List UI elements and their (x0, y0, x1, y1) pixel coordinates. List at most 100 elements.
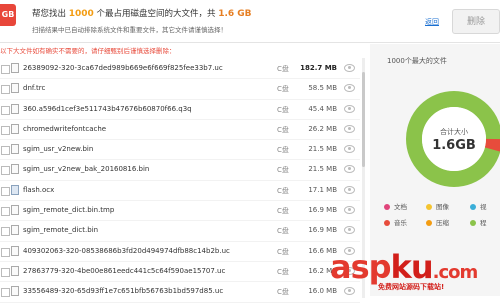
file-drive: C盘 (277, 125, 289, 134)
file-row[interactable]: chromedwritefontcache C盘 26.2 MB (0, 120, 360, 141)
file-size: 16.9 MB (308, 226, 337, 235)
legend-swatch (384, 220, 390, 226)
legend-item: 压缩 (426, 217, 449, 227)
legend-swatch (384, 204, 390, 210)
eye-icon[interactable] (344, 185, 355, 194)
file-checkbox[interactable] (1, 146, 10, 156)
file-name: sgim_usr_v2new.bin (23, 145, 94, 154)
file-icon (11, 225, 19, 236)
watermark-net: .com (432, 262, 479, 283)
page-subtitle: 扫描结果中已自动排除系统文件和重要文件，其它文件请谨慎选择！ (32, 26, 227, 34)
file-size: 17.1 MB (308, 185, 337, 194)
title-middle: 个最占用磁盘空间的大文件，共 (96, 9, 216, 19)
eye-icon[interactable] (344, 165, 355, 174)
summary-title: 1000个最大的文件 (387, 57, 447, 65)
file-name: flash.ocx (23, 185, 55, 194)
eye-icon[interactable] (344, 124, 355, 133)
watermark-subtitle: 免费网站源码下载站! (378, 283, 445, 291)
file-drive: C盘 (277, 65, 289, 73)
file-checkbox[interactable] (1, 65, 10, 74)
watermark-logo: aspku.com (330, 248, 479, 286)
delete-button[interactable]: 删除 (452, 9, 500, 34)
file-name: 409302063-320-08538686b3fd20d494974dfb88… (23, 246, 230, 255)
file-icon (11, 164, 19, 175)
legend-item: 程 (470, 217, 487, 227)
legend-item: 音乐 (384, 217, 407, 227)
eye-icon[interactable] (344, 206, 355, 215)
legend-label: 音乐 (394, 219, 407, 227)
back-link[interactable]: 返回 (425, 17, 439, 27)
legend-swatch (426, 204, 432, 210)
file-row[interactable]: 27863779-320-4be00e861eedc441c5c64f590ae… (0, 262, 360, 283)
file-row[interactable]: flash.ocx C盘 17.1 MB (0, 181, 360, 202)
file-drive: C盘 (277, 186, 289, 195)
eye-icon[interactable] (344, 64, 355, 72)
scrollbar-thumb[interactable] (362, 72, 365, 167)
file-icon (11, 103, 19, 114)
eye-icon[interactable] (344, 145, 355, 154)
legend-item: 视 (470, 201, 487, 211)
file-row[interactable]: sgim_usr_v2new_bak_20160816.bin C盘 21.5 MB (0, 160, 360, 181)
file-name: 27863779-320-4be00e861eedc441c5c64f590ae… (23, 266, 226, 275)
file-size: 16.0 MB (308, 287, 337, 296)
file-drive: C盘 (277, 105, 289, 114)
file-icon (11, 265, 19, 276)
file-drive: C盘 (277, 227, 289, 236)
eye-icon[interactable] (344, 226, 355, 235)
file-icon (11, 83, 19, 94)
file-icon (11, 63, 19, 73)
file-drive: C盘 (277, 146, 289, 155)
file-checkbox[interactable] (1, 125, 10, 135)
header: GB 帮您找出 1000 个最占用磁盘空间的大文件，共 1.6 GB 扫描结果中… (0, 0, 500, 43)
eye-icon[interactable] (344, 84, 355, 93)
file-icon (11, 205, 19, 216)
file-checkbox[interactable] (1, 166, 10, 176)
file-size: 21.5 MB (308, 145, 337, 154)
file-size: 58.5 MB (308, 84, 337, 93)
page-title: 帮您找出 1000 个最占用磁盘空间的大文件，共 1.6 GB (32, 7, 252, 19)
file-checkbox[interactable] (1, 247, 10, 257)
file-size: 21.5 MB (308, 165, 337, 174)
donut-center-label: 合计大小 (440, 127, 468, 136)
file-name: sgim_usr_v2new_bak_20160816.bin (23, 165, 150, 174)
file-row[interactable]: sgim_remote_dict.bin.tmp C盘 16.9 MB (0, 201, 360, 222)
file-row[interactable]: sgim_usr_v2new.bin C盘 21.5 MB (0, 140, 360, 161)
file-name: 26389092-320-3ca67ded989b669e6f669f825fe… (23, 64, 223, 72)
file-size: 45.4 MB (308, 104, 337, 113)
legend-swatch (470, 204, 476, 210)
file-checkbox[interactable] (1, 186, 10, 196)
file-checkbox[interactable] (1, 85, 10, 95)
eye-icon[interactable] (344, 287, 355, 296)
file-name: 33556489-320-65d93ff1e7c651bfb56763b1bd5… (23, 287, 224, 296)
donut-center-value: 1.6GB (432, 138, 476, 153)
watermark-ku: ku (390, 248, 434, 286)
legend-item: 图像 (426, 201, 449, 211)
file-row[interactable]: 409302063-320-08538686b3fd20d494974dfb88… (0, 242, 360, 262)
legend-label: 文档 (394, 203, 407, 211)
file-name: chromedwritefontcache (23, 124, 107, 133)
file-checkbox[interactable] (1, 105, 10, 115)
file-checkbox[interactable] (1, 227, 10, 237)
file-checkbox[interactable] (1, 267, 10, 277)
file-row[interactable]: sgim_remote_dict.bin C盘 16.9 MB (0, 221, 360, 242)
file-row[interactable]: 360.a596d1cef3e511743b47676b60870f66.q3q… (0, 100, 360, 120)
file-drive: C盘 (277, 267, 289, 276)
file-row[interactable]: 26389092-320-3ca67ded989b669e6f669f825fe… (0, 59, 360, 80)
file-size: 26.2 MB (308, 124, 337, 133)
file-size: 16.9 MB (308, 206, 337, 215)
file-row[interactable]: 33556489-320-65d93ff1e7c651bfb56763b1bd5… (0, 282, 360, 303)
file-icon (11, 286, 19, 297)
watermark-asp: asp (330, 248, 392, 286)
eye-icon[interactable] (344, 104, 355, 113)
file-checkbox[interactable] (1, 207, 10, 217)
legend-label: 图像 (436, 203, 449, 211)
app-file-icon (11, 184, 19, 195)
size-donut-chart: 合计大小 1.6GB (406, 91, 500, 187)
legend-label: 压缩 (436, 219, 449, 227)
file-name: 360.a596d1cef3e511743b47676b60870f66.q3q (23, 104, 192, 113)
file-name: sgim_remote_dict.bin (23, 226, 99, 235)
app-logo: GB (0, 4, 16, 26)
file-drive: C盘 (277, 247, 289, 256)
legend-label: 视 (480, 203, 487, 211)
file-row[interactable]: dnf.trc C盘 58.5 MB (0, 79, 360, 100)
